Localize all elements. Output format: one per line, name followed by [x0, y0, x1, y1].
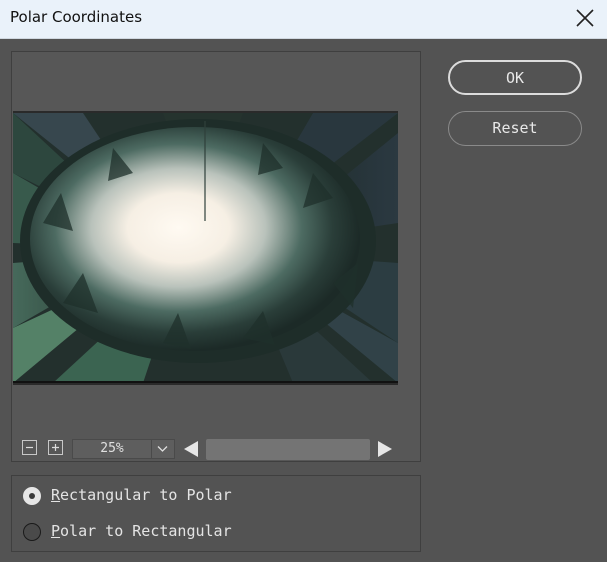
preview-image[interactable] [13, 111, 398, 385]
close-button[interactable] [561, 0, 607, 38]
zoom-level-value: 25% [100, 441, 124, 456]
zoom-dropdown-toggle[interactable] [151, 440, 174, 458]
option-label: Rectangular to Polar [51, 486, 232, 504]
zoom-in-button[interactable] [48, 440, 63, 455]
option-label: Polar to Rectangular [51, 522, 232, 540]
ok-button[interactable]: OK [448, 60, 582, 95]
preview-panel[interactable]: 25% [11, 51, 421, 462]
triangle-left-icon [184, 441, 198, 457]
scroll-left-button[interactable] [182, 440, 200, 458]
polar-coordinates-dialog: Polar Coordinates 25% OK Reset Rectangul… [0, 0, 607, 562]
horizontal-scrollbar[interactable] [206, 439, 370, 460]
reset-button[interactable]: Reset [448, 111, 582, 146]
option-label-rest: olar to Rectangular [60, 522, 232, 540]
title-bar: Polar Coordinates [0, 0, 607, 39]
chevron-down-icon [157, 446, 168, 452]
plus-icon [52, 444, 59, 451]
radio-checked[interactable] [23, 487, 41, 505]
close-icon [576, 9, 594, 27]
zoom-bar: 25% [12, 438, 420, 462]
mnemonic-letter: R [51, 486, 61, 504]
option-label-rest: ectangular to Polar [60, 486, 232, 504]
triangle-right-icon [378, 441, 392, 457]
polar-preview-graphic [13, 113, 398, 383]
radio-unchecked[interactable] [23, 523, 41, 541]
conversion-options-group: Rectangular to Polar Polar to Rectangula… [11, 475, 421, 552]
scroll-right-button[interactable] [376, 440, 394, 458]
zoom-level-select[interactable]: 25% [72, 439, 175, 459]
dialog-title: Polar Coordinates [10, 8, 143, 26]
minus-icon [26, 446, 33, 449]
mnemonic-letter: P [51, 522, 61, 540]
zoom-out-button[interactable] [22, 440, 37, 455]
